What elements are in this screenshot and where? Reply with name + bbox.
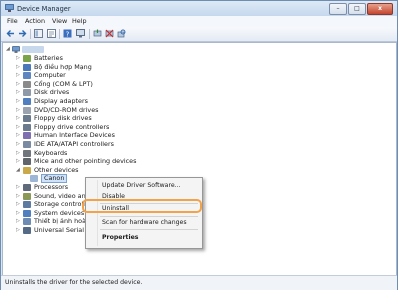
menu-help[interactable]: Help (72, 17, 87, 25)
expand-icon[interactable]: ▷ (16, 219, 21, 224)
expand-icon[interactable]: ▷ (16, 159, 21, 164)
imaging-icon (23, 218, 31, 226)
menu-separator (100, 216, 198, 217)
expand-icon[interactable]: ▷ (16, 99, 21, 104)
battery-icon (23, 55, 31, 62)
floppy-controller-icon (23, 123, 31, 131)
svg-text:?: ? (66, 30, 70, 38)
menu-properties[interactable]: Properties (102, 234, 138, 242)
computer-root-icon (12, 46, 20, 53)
maximize-icon: □ (354, 5, 360, 12)
expand-icon[interactable]: ▷ (16, 124, 21, 130)
back-icon[interactable] (6, 29, 15, 38)
menu-view[interactable]: View (52, 17, 67, 25)
disk-icon (23, 89, 31, 97)
computer-icon (23, 72, 31, 80)
toolbar: ? (1, 27, 397, 42)
expand-icon[interactable]: ▷ (16, 202, 21, 207)
usb-icon (23, 227, 31, 234)
other-devices-icon (23, 166, 31, 174)
display-icon (23, 98, 31, 105)
context-menu: Update Driver Software... Disable Uninst… (85, 177, 203, 249)
window-controls: – □ x (328, 3, 393, 15)
floppy-icon (23, 115, 31, 123)
sound-icon (23, 192, 31, 200)
minimize-button[interactable]: – (329, 3, 347, 15)
show-hide-tree-icon[interactable] (34, 29, 43, 38)
toolbar-separator (30, 29, 31, 39)
collapse-icon[interactable]: ◢ (6, 47, 11, 52)
expand-icon[interactable]: ▷ (16, 185, 21, 190)
processor-icon (23, 184, 31, 191)
menu-action[interactable]: Action (25, 17, 45, 25)
port-icon (23, 80, 31, 88)
expand-icon[interactable]: ▷ (16, 81, 21, 87)
expand-icon[interactable]: ▷ (16, 73, 21, 78)
menu-bar: File Action View Help (1, 16, 397, 27)
expand-icon[interactable]: ▷ (16, 56, 21, 61)
menu-update-driver[interactable]: Update Driver Software... (102, 182, 181, 190)
network-adapter-icon (23, 63, 31, 71)
menu-gutter (97, 180, 98, 246)
toolbar-separator (59, 29, 60, 39)
update-driver-icon[interactable] (93, 29, 102, 38)
hid-icon (23, 132, 31, 140)
mouse-icon (23, 158, 31, 166)
unknown-device-icon (30, 175, 38, 183)
computer-name-redacted (22, 46, 44, 53)
help-icon[interactable]: ? (63, 29, 72, 38)
ide-icon (23, 141, 31, 148)
status-text: Uninstalls the driver for the selected d… (5, 279, 143, 286)
storage-icon (23, 201, 31, 209)
toolbar-separator (89, 29, 90, 39)
expand-icon[interactable]: ▷ (16, 107, 21, 113)
forward-icon[interactable] (18, 29, 27, 38)
monitor-icon[interactable] (76, 29, 85, 38)
disable-device-icon[interactable] (105, 29, 114, 38)
minimize-icon: – (336, 5, 340, 12)
expand-icon[interactable]: ▷ (16, 210, 21, 216)
close-button[interactable]: x (367, 3, 393, 15)
collapse-icon[interactable]: ◢ (16, 167, 21, 173)
maximize-button[interactable]: □ (348, 3, 366, 15)
scan-changes-icon[interactable] (117, 29, 126, 38)
keyboard-icon (23, 149, 31, 157)
expand-icon[interactable]: ▷ (16, 133, 21, 138)
menu-file[interactable]: File (7, 17, 18, 25)
system-icon (23, 209, 31, 217)
expand-icon[interactable]: ▷ (16, 142, 21, 147)
menu-separator (100, 229, 198, 230)
expand-icon[interactable]: ▷ (16, 90, 21, 95)
expand-icon[interactable]: ▷ (16, 193, 21, 199)
uninstall-highlight (82, 199, 202, 213)
expand-icon[interactable]: ▷ (16, 116, 21, 121)
close-icon: x (378, 5, 382, 12)
device-manager-icon (5, 4, 14, 12)
expand-icon[interactable]: ▷ (16, 150, 21, 156)
window-title: Device Manager (17, 5, 71, 13)
expand-icon[interactable]: ▷ (16, 228, 21, 233)
properties-icon[interactable] (47, 29, 56, 38)
menu-scan-hardware[interactable]: Scan for hardware changes (102, 219, 187, 227)
title-bar[interactable]: Device Manager – □ x (1, 1, 397, 16)
expand-icon[interactable]: ▷ (16, 64, 21, 70)
status-bar: Uninstalls the driver for the selected d… (1, 275, 397, 290)
dvd-icon (23, 106, 31, 114)
